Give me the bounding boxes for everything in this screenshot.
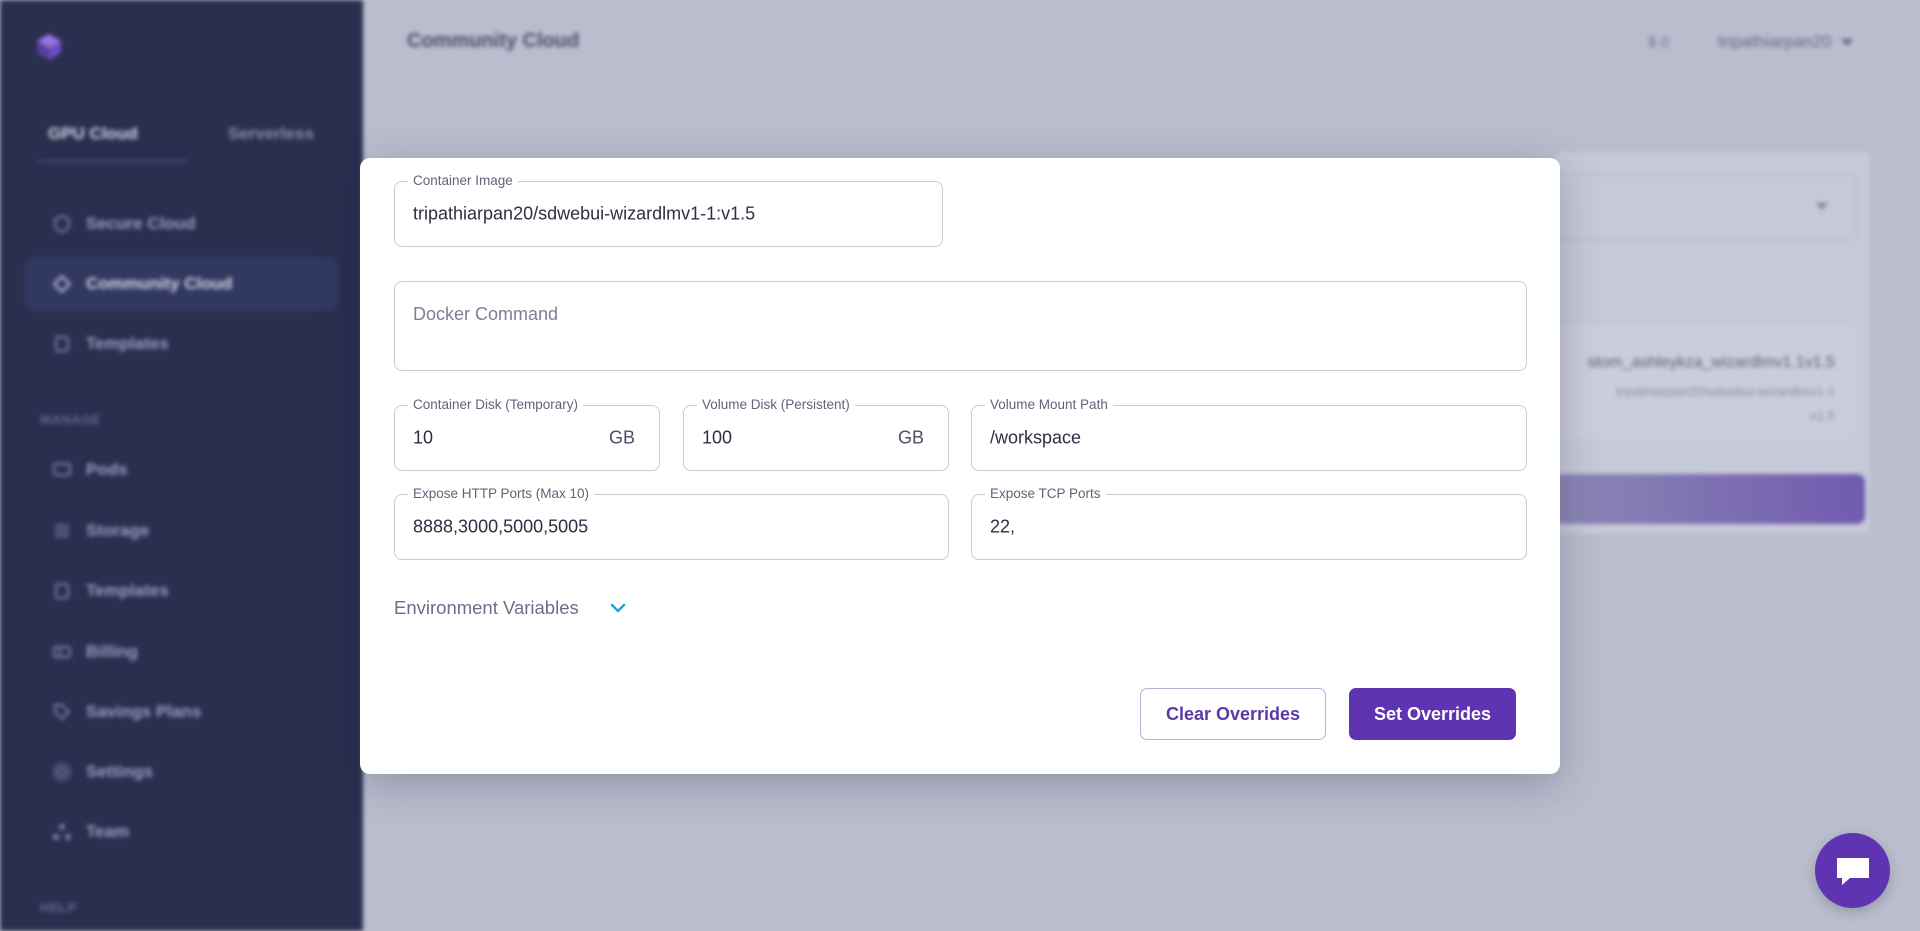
- field-label: Volume Mount Path: [985, 397, 1113, 413]
- chat-icon: [1836, 857, 1869, 885]
- http-ports-input[interactable]: 8888,3000,5000,5005: [413, 517, 588, 538]
- container-disk-field[interactable]: Container Disk (Temporary) 10 GB: [394, 397, 660, 471]
- tcp-ports-input[interactable]: 22,: [990, 517, 1015, 538]
- environment-variables-toggle[interactable]: Environment Variables: [394, 597, 627, 619]
- container-image-input[interactable]: tripathiarpan20/sdwebui-wizardlmv1-1:v1.…: [413, 204, 755, 225]
- chat-support-button[interactable]: [1815, 833, 1890, 908]
- field-label: Expose TCP Ports: [985, 486, 1106, 502]
- volume-mount-path-field[interactable]: Volume Mount Path /workspace: [971, 397, 1527, 471]
- field-label: Volume Disk (Persistent): [697, 397, 855, 413]
- environment-variables-label: Environment Variables: [394, 597, 579, 618]
- container-disk-input[interactable]: 10: [413, 428, 433, 449]
- docker-command-input[interactable]: Docker Command: [413, 304, 558, 325]
- chevron-down-icon: [610, 603, 625, 613]
- tcp-ports-field[interactable]: Expose TCP Ports 22,: [971, 486, 1527, 560]
- clear-overrides-button[interactable]: Clear Overrides: [1140, 688, 1326, 740]
- field-label: Expose HTTP Ports (Max 10): [408, 486, 595, 502]
- unit-label: GB: [897, 427, 924, 448]
- docker-command-field[interactable]: Docker Command: [394, 281, 1527, 371]
- volume-mount-path-input[interactable]: /workspace: [990, 428, 1081, 449]
- unit-label: GB: [608, 427, 635, 448]
- volume-disk-field[interactable]: Volume Disk (Persistent) 100 GB: [683, 397, 949, 471]
- http-ports-field[interactable]: Expose HTTP Ports (Max 10) 8888,3000,500…: [394, 486, 949, 560]
- field-label: Container Disk (Temporary): [408, 397, 584, 413]
- set-overrides-button[interactable]: Set Overrides: [1349, 688, 1516, 740]
- field-label: Container Image: [408, 173, 518, 189]
- volume-disk-input[interactable]: 100: [702, 428, 732, 449]
- container-image-field[interactable]: Container Image tripathiarpan20/sdwebui-…: [394, 173, 943, 247]
- override-modal: Container Image tripathiarpan20/sdwebui-…: [360, 158, 1560, 774]
